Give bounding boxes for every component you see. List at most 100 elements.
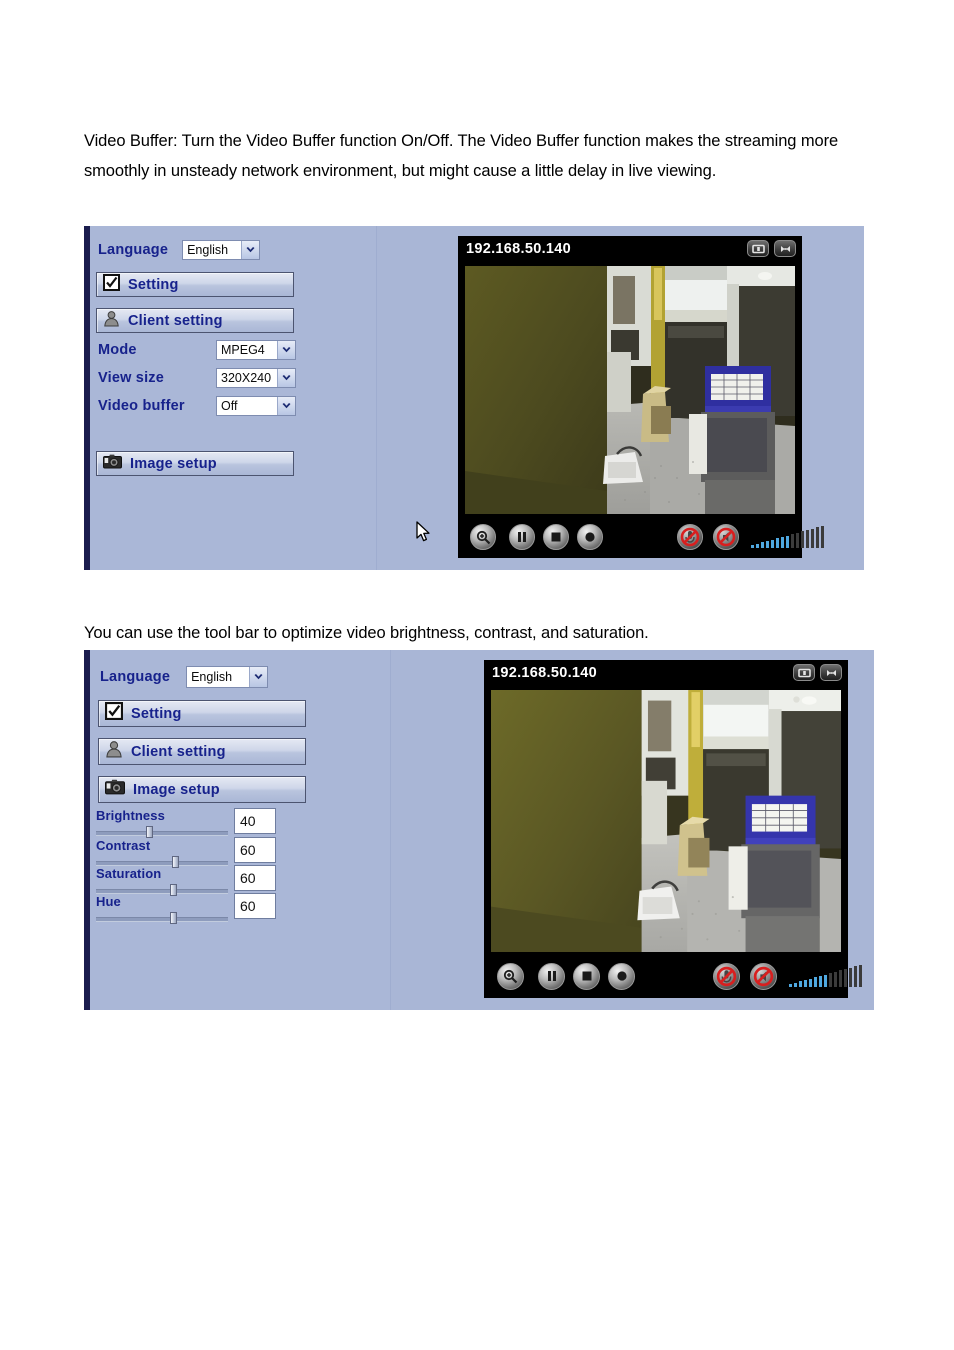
volume-bar bbox=[854, 966, 857, 987]
volume-bar bbox=[844, 969, 847, 987]
fullscreen-icon[interactable] bbox=[774, 240, 796, 257]
language-select-value: English bbox=[187, 243, 229, 257]
view-size-select[interactable]: 320X240 bbox=[216, 368, 296, 388]
volume-bar bbox=[794, 982, 797, 987]
zoom-icon[interactable] bbox=[470, 524, 496, 550]
hue-value: 60 bbox=[240, 898, 256, 914]
stop-icon[interactable] bbox=[543, 524, 569, 550]
video-player-1: 192.168.50.140 bbox=[458, 236, 824, 558]
sidebar-item-client-setting[interactable]: Client setting bbox=[98, 738, 306, 765]
resize-window-icon[interactable] bbox=[793, 664, 815, 681]
language-label: Language bbox=[98, 242, 169, 258]
player-control-bar bbox=[458, 516, 824, 558]
slider-label: Saturation bbox=[96, 866, 162, 881]
slider-thumb[interactable] bbox=[145, 826, 153, 838]
volume-bar bbox=[766, 540, 769, 548]
resize-window-icon[interactable] bbox=[747, 240, 769, 257]
volume-bar bbox=[796, 532, 799, 548]
video-buffer-label: Video buffer bbox=[98, 398, 185, 414]
language-row-1: Language English bbox=[98, 240, 261, 260]
stop-icon[interactable] bbox=[573, 962, 600, 990]
sidebar-item-client-setting[interactable]: Client setting bbox=[96, 308, 294, 333]
pause-icon[interactable] bbox=[538, 962, 565, 990]
field-row-mode: Mode MPEG4 bbox=[98, 340, 346, 360]
hue-value-field[interactable]: 60 bbox=[234, 893, 276, 919]
paragraph-video-buffer: Video Buffer: Turn the Video Buffer func… bbox=[84, 132, 839, 180]
volume-bar bbox=[809, 978, 812, 987]
saturation-value-field[interactable]: 60 bbox=[234, 865, 276, 891]
volume-bar bbox=[781, 536, 784, 548]
slider-label: Hue bbox=[96, 894, 121, 909]
volume-bar bbox=[761, 542, 764, 548]
mute-microphone-icon[interactable] bbox=[713, 962, 740, 990]
pause-icon[interactable] bbox=[509, 524, 535, 550]
mouse-cursor bbox=[416, 521, 432, 548]
checkbox-check-icon bbox=[103, 273, 120, 296]
mute-speaker-icon[interactable] bbox=[750, 962, 777, 990]
mute-microphone-icon[interactable] bbox=[677, 524, 703, 550]
record-icon[interactable] bbox=[608, 962, 635, 990]
language-select[interactable]: English bbox=[182, 240, 261, 260]
volume-bar bbox=[786, 535, 789, 548]
language-row-2: Language English bbox=[100, 666, 269, 688]
volume-bar bbox=[829, 973, 832, 987]
chevron-down-icon bbox=[249, 667, 268, 687]
camera-ip-address: 192.168.50.140 bbox=[466, 241, 571, 257]
checkbox-check-icon bbox=[105, 702, 123, 725]
volume-level-meter[interactable] bbox=[789, 965, 862, 987]
video-player-2: 192.168.50.140 bbox=[484, 660, 862, 998]
video-buffer-select[interactable]: Off bbox=[216, 396, 296, 416]
volume-bar bbox=[824, 974, 827, 987]
mode-select[interactable]: MPEG4 bbox=[216, 340, 296, 360]
sidebar-item-setting[interactable]: Setting bbox=[96, 272, 294, 297]
chevron-down-icon bbox=[277, 369, 295, 387]
volume-bar bbox=[771, 539, 774, 548]
volume-bar bbox=[821, 526, 824, 548]
volume-bar bbox=[816, 527, 819, 548]
brightness-value-field[interactable]: 40 bbox=[234, 808, 276, 834]
video-frame-image bbox=[491, 690, 841, 952]
video-buffer-select-value: Off bbox=[221, 399, 238, 413]
slider-track[interactable] bbox=[96, 826, 228, 838]
slider-rail bbox=[96, 831, 228, 836]
contrast-value-field[interactable]: 60 bbox=[234, 837, 276, 863]
live-video-feed[interactable] bbox=[491, 690, 841, 952]
slider-hue: Hue bbox=[96, 894, 228, 924]
user-silhouette-icon bbox=[105, 740, 123, 763]
volume-bar bbox=[839, 970, 842, 987]
player-titlebar: 192.168.50.140 bbox=[458, 236, 802, 262]
sidebar-item-label: Client setting bbox=[128, 312, 223, 329]
view-size-label: View size bbox=[98, 370, 165, 386]
volume-level-meter[interactable] bbox=[751, 526, 824, 548]
player-titlebar: 192.168.50.140 bbox=[484, 660, 848, 686]
zoom-icon[interactable] bbox=[497, 962, 524, 990]
sidebar-item-label: Client setting bbox=[131, 743, 226, 760]
volume-bar bbox=[859, 965, 862, 987]
slider-thumb[interactable] bbox=[169, 912, 177, 924]
fullscreen-icon[interactable] bbox=[820, 664, 842, 681]
sidebar-item-image-setup[interactable]: Image setup bbox=[96, 451, 294, 476]
volume-bar bbox=[789, 984, 792, 987]
record-icon[interactable] bbox=[577, 524, 603, 550]
slider-saturation: Saturation bbox=[96, 866, 228, 896]
video-frame-image bbox=[465, 266, 795, 514]
camera-icon bbox=[105, 779, 125, 800]
slider-label: Brightness bbox=[96, 808, 165, 823]
camera-ui-panel-2: Language English Setting Client setting bbox=[84, 650, 874, 1010]
camera-ip-address: 192.168.50.140 bbox=[492, 665, 597, 681]
mute-speaker-icon[interactable] bbox=[713, 524, 739, 550]
volume-bar bbox=[804, 979, 807, 987]
live-video-feed[interactable] bbox=[465, 266, 795, 514]
sidebar-item-image-setup[interactable]: Image setup bbox=[98, 776, 306, 803]
sidebar-item-label: Setting bbox=[131, 705, 182, 722]
slider-rail bbox=[96, 917, 228, 922]
sidebar-item-label: Image setup bbox=[130, 455, 217, 472]
sidebar-item-setting[interactable]: Setting bbox=[98, 700, 306, 727]
language-select[interactable]: English bbox=[186, 666, 269, 688]
chevron-down-icon bbox=[277, 397, 295, 415]
sidebar-item-label: Setting bbox=[128, 276, 179, 293]
volume-bar bbox=[811, 528, 814, 548]
slider-track[interactable] bbox=[96, 912, 228, 924]
chevron-down-icon bbox=[277, 341, 295, 359]
view-size-select-value: 320X240 bbox=[221, 371, 272, 385]
